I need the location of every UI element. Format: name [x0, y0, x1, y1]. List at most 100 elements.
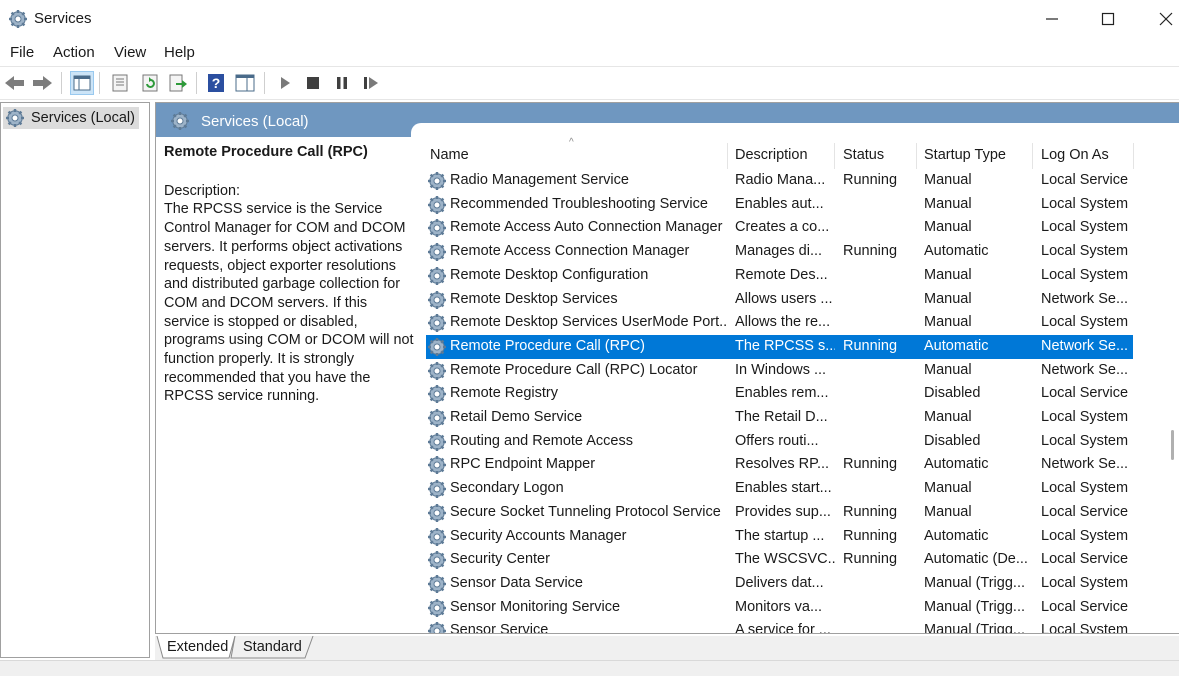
sort-ascending-icon: ^ [569, 137, 574, 148]
close-button[interactable] [1136, 0, 1179, 38]
cell-description: Enables start... [735, 480, 832, 497]
show-hide-console-tree-button[interactable] [70, 71, 94, 95]
cell-name: Remote Desktop Services UserMode Port... [450, 314, 728, 331]
services-list: ^ Name Description Status Startup Type L… [421, 137, 1179, 633]
cell-log-on-as: Network Se... [1041, 290, 1129, 307]
menu-file[interactable]: File [10, 44, 34, 61]
stop-icon [307, 77, 319, 89]
menu-action[interactable]: Action [53, 44, 95, 61]
maximize-button[interactable] [1078, 0, 1137, 38]
service-row[interactable]: Sensor Data Service Delivers dat... Manual… [426, 572, 1133, 596]
cell-status: Running [843, 551, 898, 568]
minimize-button[interactable] [1022, 0, 1081, 38]
show-hide-action-pane-button[interactable] [233, 71, 257, 95]
service-row[interactable]: Remote Desktop Configuration Remote Des..… [426, 264, 1133, 288]
service-row[interactable]: Remote Registry Enables rem... Disabled Loc… [426, 382, 1133, 406]
service-row[interactable]: Security Accounts Manager The startup ...… [426, 525, 1133, 549]
service-row[interactable]: Remote Procedure Call (RPC) The RPCSS s..… [426, 334, 1133, 359]
cell-log-on-as: Network Se... [1041, 456, 1129, 473]
cell-log-on-as: Local Service [1041, 385, 1129, 402]
service-row[interactable]: Sensor Monitoring Service Monitors va... M… [426, 596, 1133, 620]
help-button[interactable]: ? [204, 71, 228, 95]
column-header-description[interactable]: Description [735, 147, 808, 171]
cell-name: Remote Access Connection Manager [450, 243, 690, 260]
menu-view[interactable]: View [114, 44, 146, 61]
scrollbar-thumb[interactable] [1171, 430, 1174, 460]
cell-startup-type: Automatic [924, 243, 989, 260]
console-tree: Services (Local) [0, 102, 150, 658]
properties-button[interactable] [108, 71, 132, 95]
back-button[interactable] [3, 71, 27, 95]
pane-header: Services (Local) [156, 103, 1179, 139]
tab-extended[interactable]: Extended [167, 636, 228, 658]
cell-startup-type: Disabled [924, 432, 981, 449]
cell-log-on-as: Local System [1041, 480, 1129, 497]
cell-name: Remote Access Auto Connection Manager [450, 219, 723, 236]
selected-service-title: Remote Procedure Call (RPC) [164, 144, 368, 160]
forward-button[interactable] [30, 71, 54, 95]
status-bar [0, 660, 1179, 676]
service-gear-icon [427, 194, 447, 215]
cell-name: Remote Desktop Configuration [450, 266, 649, 283]
service-row[interactable]: Remote Procedure Call (RPC) Locator In Wi… [426, 359, 1133, 383]
column-header-startup-type[interactable]: Startup Type [924, 147, 1006, 171]
service-row[interactable]: Remote Desktop Services Allows users ... M… [426, 288, 1133, 312]
cell-description: Enables aut... [735, 195, 824, 212]
export-list-button[interactable] [166, 71, 190, 95]
column-divider[interactable] [727, 143, 728, 169]
column-header-status[interactable]: Status [843, 147, 884, 171]
services-gear-icon [5, 108, 25, 128]
cell-log-on-as: Local System [1041, 527, 1129, 544]
column-header-log-on-as[interactable]: Log On As [1041, 147, 1109, 171]
cell-startup-type: Automatic (De... [924, 551, 1028, 568]
cell-description: Monitors va... [735, 598, 823, 615]
cell-startup-type: Manual [924, 290, 972, 307]
column-divider[interactable] [834, 143, 835, 169]
service-gear-icon [427, 242, 447, 263]
service-row[interactable]: RPC Endpoint Mapper Resolves RP... Running… [426, 453, 1133, 477]
restart-icon [364, 77, 378, 89]
service-row[interactable]: Secure Socket Tunneling Protocol Service… [426, 501, 1133, 525]
service-row[interactable]: Sensor Service A service for ... Manual (T… [426, 619, 1133, 633]
tab-standard[interactable]: Standard [243, 636, 302, 658]
cell-status: Running [843, 243, 898, 260]
cell-log-on-as: Local System [1041, 574, 1129, 591]
column-header-name[interactable]: Name [430, 147, 469, 171]
service-row[interactable]: Retail Demo Service The Retail D... Manual… [426, 406, 1133, 430]
cell-description: Remote Des... [735, 266, 828, 283]
start-service-button[interactable] [273, 71, 297, 95]
menu-bar: File Action View Help [0, 38, 1179, 66]
tree-item-services-local[interactable]: Services (Local) [3, 107, 139, 129]
minimize-icon [1045, 18, 1058, 20]
menu-help[interactable]: Help [164, 44, 195, 61]
service-gear-icon [427, 502, 447, 523]
refresh-button[interactable] [138, 71, 162, 95]
cell-description: The RPCSS s... [735, 337, 835, 354]
service-row[interactable]: Security Center The WSCSVC... Running Autom… [426, 548, 1133, 572]
service-row[interactable]: Remote Access Connection Manager Manages … [426, 240, 1133, 264]
service-row[interactable]: Remote Desktop Services UserMode Port...… [426, 311, 1133, 335]
pause-service-button[interactable] [330, 71, 354, 95]
column-divider[interactable] [1032, 143, 1033, 169]
service-row[interactable]: Radio Management Service Radio Mana... Run… [426, 169, 1133, 193]
cell-description: Radio Mana... [735, 172, 826, 188]
restart-service-button[interactable] [359, 71, 383, 95]
stop-service-button[interactable] [301, 71, 325, 95]
column-divider[interactable] [1133, 143, 1134, 169]
play-icon [281, 77, 290, 89]
cell-name: Routing and Remote Access [450, 432, 633, 449]
cell-description: Delivers dat... [735, 574, 824, 591]
cell-log-on-as: Network Se... [1041, 361, 1129, 378]
service-row[interactable]: Routing and Remote Access Offers routi...… [426, 430, 1133, 454]
service-row[interactable]: Secondary Logon Enables start... Manual Loc… [426, 477, 1133, 501]
service-row[interactable]: Remote Access Auto Connection Manager Cre… [426, 216, 1133, 240]
service-gear-icon [427, 218, 447, 239]
service-row[interactable]: Recommended Troubleshooting Service Enabl… [426, 193, 1133, 217]
service-gear-icon [427, 408, 447, 428]
vertical-scrollbar[interactable] [1167, 120, 1179, 632]
service-gear-icon [427, 336, 447, 357]
service-gear-icon [427, 550, 447, 571]
cell-log-on-as: Local Service [1041, 551, 1129, 568]
column-divider[interactable] [916, 143, 917, 169]
cell-startup-type: Manual [924, 361, 972, 378]
